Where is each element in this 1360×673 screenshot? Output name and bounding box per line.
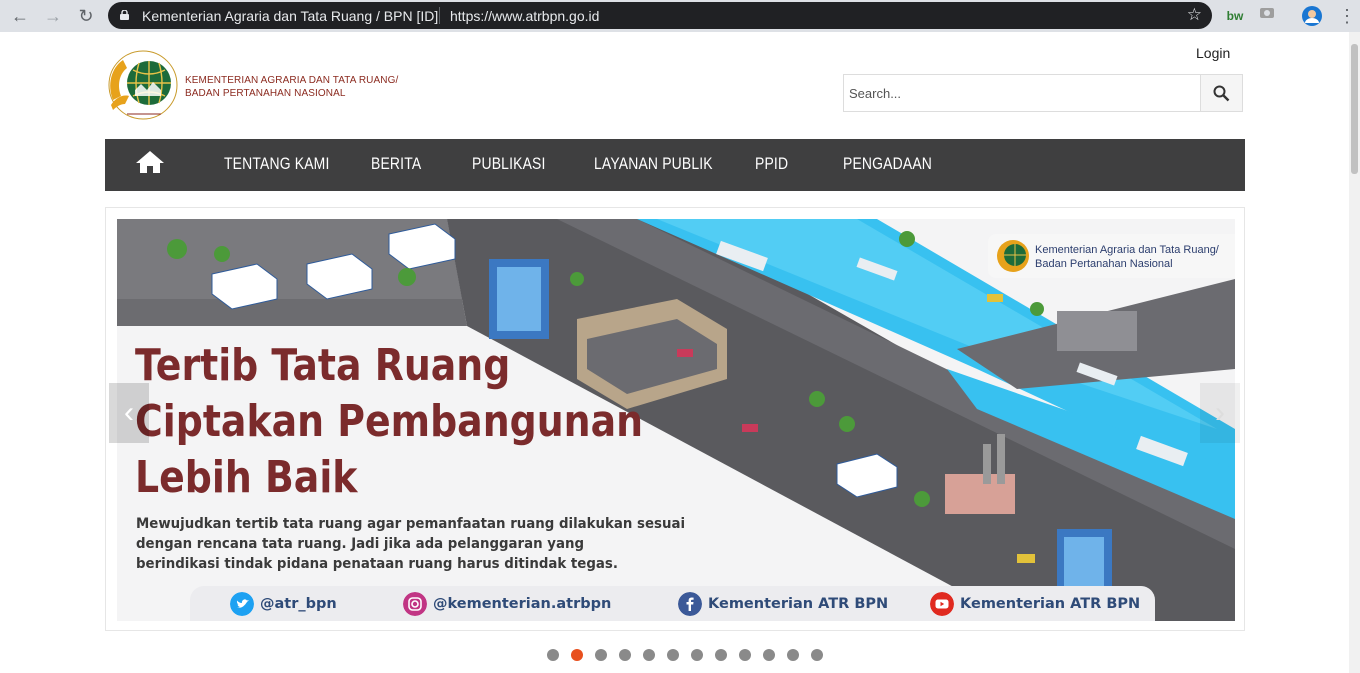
twitter-icon — [230, 592, 254, 616]
nav-item-layanan-publik[interactable]: LAYANAN PUBLIK — [594, 154, 713, 174]
browser-menu-icon[interactable]: ⋮ — [1338, 4, 1356, 28]
org-name: KEMENTERIAN AGRARIA DAN TATA RUANG/ BADA… — [185, 74, 398, 100]
nav-item-berita[interactable]: BERITA — [371, 154, 421, 174]
slide-headline-line3: Lebih Baik — [135, 452, 358, 503]
forward-icon[interactable]: → — [41, 4, 65, 28]
carousel-dot[interactable] — [595, 649, 607, 661]
social-youtube-name: Kementerian ATR BPN — [960, 596, 1141, 612]
slide-body-line3: berindikasi tindak pidana penataan ruang… — [136, 556, 618, 572]
scrollbar-thumb[interactable] — [1351, 44, 1358, 174]
social-facebook: Kementerian ATR BPN — [678, 592, 888, 616]
social-youtube: Kementerian ATR BPN — [930, 592, 1140, 616]
social-facebook-name: Kementerian ATR BPN — [708, 596, 889, 612]
bookmark-star-icon[interactable]: ☆ — [1187, 5, 1202, 25]
social-instagram-handle: @kementerian.atrbpn — [433, 596, 612, 612]
slide-ministry-line2: Badan Pertanahan Nasional — [1035, 258, 1173, 270]
carousel-dot[interactable] — [643, 649, 655, 661]
slide-headline-line2: Ciptakan Pembangunan — [135, 396, 644, 447]
browser-toolbar: ← → ↻ Kementerian Agraria dan Tata Ruang… — [0, 0, 1360, 32]
slide-social-bar: @atr_bpn @kementerian.atrbpn Kementerian… — [190, 586, 1155, 621]
reload-icon[interactable]: ↻ — [74, 4, 98, 28]
scrollbar[interactable] — [1349, 32, 1360, 673]
carousel-slide[interactable]: Kementerian Agraria dan Tata Ruang/ Bada… — [117, 219, 1235, 621]
extension-bw-icon[interactable]: bw — [1226, 6, 1244, 26]
slide-body-line1: Mewujudkan tertib tata ruang agar pemanf… — [136, 516, 686, 532]
search-icon — [1213, 85, 1230, 102]
slide-headline: Tertib Tata Ruang Ciptakan Pembangunan L… — [135, 338, 643, 506]
youtube-icon — [930, 592, 954, 616]
nav-item-publikasi[interactable]: PUBLIKASI — [472, 154, 546, 174]
carousel-dot[interactable] — [571, 649, 583, 661]
hero-carousel: Kementerian Agraria dan Tata Ruang/ Bada… — [105, 207, 1245, 631]
carousel-dot[interactable] — [787, 649, 799, 661]
carousel-dot[interactable] — [763, 649, 775, 661]
carousel-dot[interactable] — [811, 649, 823, 661]
carousel-dot[interactable] — [667, 649, 679, 661]
url-text[interactable]: https://www.atrbpn.go.id — [450, 8, 599, 24]
address-bar[interactable]: Kementerian Agraria dan Tata Ruang / BPN… — [108, 2, 1212, 29]
slide-body-text: Mewujudkan tertib tata ruang agar pemanf… — [136, 514, 685, 574]
social-twitter-handle: @atr_bpn — [260, 596, 337, 612]
login-link[interactable]: Login — [1196, 45, 1230, 61]
lock-icon — [120, 10, 129, 20]
home-icon[interactable] — [135, 149, 165, 175]
org-name-line2: BADAN PERTANAHAN NASIONAL — [185, 88, 346, 99]
nav-item-tentang-kami[interactable]: TENTANG KAMI — [224, 154, 329, 174]
main-nav: TENTANG KAMI BERITA PUBLIKASI LAYANAN PU… — [105, 139, 1245, 191]
carousel-dot[interactable] — [739, 649, 751, 661]
social-twitter: @atr_bpn — [230, 592, 337, 616]
carousel-dot[interactable] — [547, 649, 559, 661]
carousel-prev-button[interactable]: ‹ — [109, 383, 149, 443]
extension-icon[interactable] — [1258, 6, 1276, 26]
carousel-next-button[interactable]: › — [1200, 383, 1240, 443]
ministry-emblem-icon — [997, 240, 1029, 272]
carousel-dot[interactable] — [715, 649, 727, 661]
slide-ministry-badge: Kementerian Agraria dan Tata Ruang/ Bada… — [988, 234, 1235, 278]
search-button[interactable] — [1200, 75, 1242, 111]
profile-avatar[interactable] — [1302, 6, 1322, 26]
nav-item-pengadaan[interactable]: PENGADAAN — [843, 154, 932, 174]
carousel-dot[interactable] — [691, 649, 703, 661]
nav-item-ppid[interactable]: PPID — [755, 154, 788, 174]
slide-headline-line1: Tertib Tata Ruang — [135, 340, 511, 391]
carousel-dot[interactable] — [619, 649, 631, 661]
slide-body-line2: dengan rencana tata ruang. Jadi jika ada… — [136, 536, 585, 552]
org-name-line1: KEMENTERIAN AGRARIA DAN TATA RUANG/ — [185, 75, 399, 86]
instagram-icon — [403, 592, 427, 616]
slide-ministry-line1: Kementerian Agraria dan Tata Ruang/ — [1035, 244, 1219, 256]
page-title: Kementerian Agraria dan Tata Ruang / BPN… — [142, 8, 439, 24]
social-instagram: @kementerian.atrbpn — [403, 592, 611, 616]
search-box — [843, 74, 1243, 112]
slide-ministry-name: Kementerian Agraria dan Tata Ruang/ Bada… — [1035, 243, 1219, 271]
divider — [439, 7, 440, 24]
atr-bpn-logo[interactable] — [105, 50, 181, 120]
facebook-icon — [678, 592, 702, 616]
back-icon[interactable]: ← — [8, 4, 32, 28]
search-input[interactable] — [844, 75, 1212, 111]
